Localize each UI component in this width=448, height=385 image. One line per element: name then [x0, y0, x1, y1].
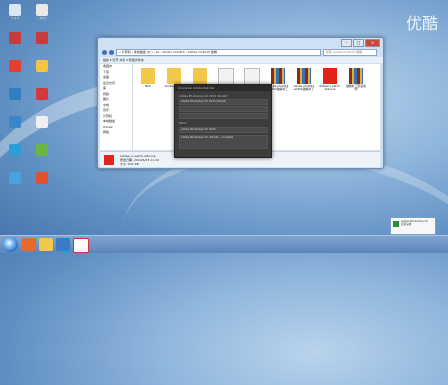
log-area: Adobe Photoshop CC (64-bit) - complete	[179, 135, 268, 149]
taskbar-explorer-icon[interactable]	[39, 238, 53, 251]
app-icon	[36, 144, 48, 156]
desktop-icon[interactable]	[30, 60, 54, 73]
notification-line: 安装完成	[401, 223, 412, 227]
adobe-file-icon	[104, 155, 114, 165]
dialog-title: Universal Adobe Patcher	[175, 85, 271, 91]
close-button[interactable]: ×	[365, 39, 380, 47]
minimize-button[interactable]: –	[341, 39, 352, 47]
desktop-icon[interactable]	[30, 88, 54, 101]
desktop-icon[interactable]	[30, 116, 54, 129]
archive-icon	[349, 68, 363, 84]
app-icon	[9, 116, 21, 128]
taskbar-app-icon[interactable]	[56, 238, 70, 251]
file-name: adobecc.patch.allinone	[319, 84, 341, 92]
desktop-icon[interactable]	[3, 88, 27, 101]
folder-icon	[193, 68, 207, 84]
nav-item[interactable]: 网络	[100, 130, 132, 136]
window-controls: – □ ×	[341, 39, 380, 47]
app-icon	[9, 172, 21, 184]
app-icon	[9, 88, 21, 100]
file-item[interactable]: Adobe CC2015 amtlib破解补丁	[293, 68, 315, 91]
taskbar-adobe-icon[interactable]	[73, 238, 89, 253]
recycle-bin-icon	[36, 4, 48, 16]
desktop-icon[interactable]	[30, 172, 54, 185]
product-select[interactable]: Adobe Photoshop CC 2015 (64-bit)	[179, 99, 268, 105]
desktop-icon[interactable]	[3, 32, 27, 45]
search-input[interactable]: 搜索 Adobe CC2015 破解	[323, 48, 377, 56]
file-name: 破解补丁安装说明	[346, 84, 366, 92]
desktop-icon[interactable]: 回收站	[30, 4, 54, 20]
start-button[interactable]	[3, 237, 18, 252]
notification-text: Adobe Photoshop CC 安装完成	[401, 220, 428, 226]
forward-button[interactable]	[109, 49, 114, 55]
back-button[interactable]	[102, 49, 107, 55]
file-name: Adobe CC2015 amtlib破解补丁	[293, 84, 315, 92]
archive-icon	[271, 68, 285, 84]
notification-popup[interactable]: Adobe Photoshop CC 安装完成	[390, 217, 436, 235]
notification-icon	[393, 221, 399, 227]
maximize-button[interactable]: □	[353, 39, 364, 47]
path-breadcrumb[interactable]: « 计算机 › 本地磁盘 (D:) › ae › Adobe CC2015 › …	[116, 48, 321, 56]
desktop-icons: 计算机 回收站	[0, 0, 60, 235]
desktop-icon[interactable]	[3, 60, 27, 73]
pdf-icon	[9, 60, 21, 72]
adobe-icon	[9, 32, 21, 44]
desktop-icon[interactable]	[3, 116, 27, 129]
app-icon	[36, 172, 48, 184]
desktop-icon[interactable]	[30, 32, 54, 45]
dialog-field[interactable]	[179, 106, 268, 112]
desktop-icon-label: 计算机	[10, 17, 20, 20]
folder-icon	[36, 60, 48, 72]
status-field: Adobe Photoshop CC 2015	[179, 127, 268, 133]
computer-icon	[9, 4, 21, 16]
details-size: 大小: 647 KB	[120, 162, 139, 166]
document-icon	[36, 116, 48, 128]
app-icon	[9, 144, 21, 156]
archive-icon	[297, 68, 311, 84]
adobe-icon	[36, 32, 48, 44]
file-name: MAC	[144, 84, 152, 88]
dialog-label: Adobe Photoshop CC 2015 (64-bit)	[179, 94, 228, 98]
folder-icon	[167, 68, 181, 84]
desktop-icon[interactable]	[3, 172, 27, 185]
desktop-icon[interactable]	[30, 144, 54, 157]
desktop-icon[interactable]: 计算机	[3, 4, 27, 20]
file-item[interactable]: 破解补丁安装说明	[345, 68, 367, 91]
desktop-icon[interactable]	[3, 144, 27, 157]
patcher-dialog[interactable]: Universal Adobe Patcher Adobe Photoshop …	[174, 84, 272, 158]
address-bar: « 计算机 › 本地磁盘 (D:) › ae › Adobe CC2015 › …	[102, 48, 377, 56]
file-item[interactable]: MAC	[137, 68, 159, 88]
navigation-pane: 收藏夹 下载 桌面 最近访问库视频 图片 文档 音乐 计算机 本地磁盘 Adobe 网络	[100, 64, 133, 150]
desktop-icon-label: 回收站	[37, 17, 47, 20]
taskbar	[0, 235, 448, 253]
youku-watermark: 优酷	[405, 14, 438, 33]
app-icon	[36, 88, 48, 100]
taskbar-app-icon[interactable]	[22, 238, 36, 251]
adobe-icon	[323, 68, 337, 84]
toolbar[interactable]: 组织 ▾ 打开 共享 ▾ 新建文件夹	[100, 57, 383, 63]
dialog-field[interactable]	[179, 113, 268, 119]
dialog-label: Patch	[179, 121, 187, 125]
folder-icon	[141, 68, 155, 84]
file-item[interactable]: adobecc.patch.allinone	[319, 68, 341, 91]
